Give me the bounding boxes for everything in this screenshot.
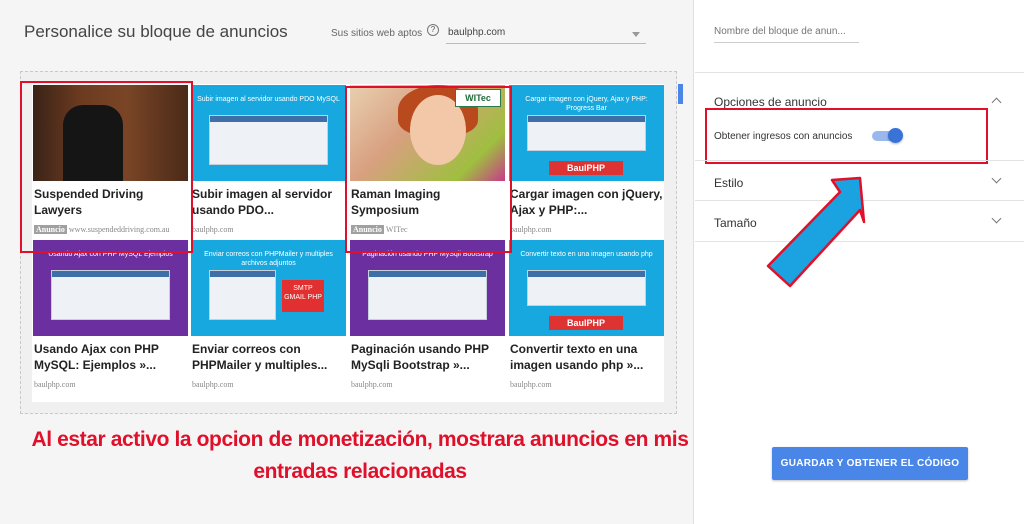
screenshot-graphic	[51, 270, 170, 320]
ad-card[interactable]: Cargar imagen con jQuery, Ajax y PHP: Pr…	[509, 85, 664, 241]
annotation-arrow-icon	[766, 176, 866, 288]
ad-thumbnail: Paginación usando PHP MySqli Bootstrap	[350, 240, 505, 336]
thumb-badge: SMTP GMAIL PHP	[282, 280, 324, 312]
ad-title: Usando Ajax con PHP MySQL: Ejemplos »...	[34, 342, 159, 372]
ad-thumbnail: Cargar imagen con jQuery, Ajax y PHP: Pr…	[509, 85, 664, 181]
help-icon[interactable]: ?	[427, 24, 439, 36]
ad-thumbnail: Usando Ajax con PHP MySQL Ejemplos	[33, 240, 188, 336]
ad-thumbnail: Convertir texto en una imagen usando php…	[509, 240, 664, 336]
ad-source: baulphp.com	[192, 380, 234, 389]
ad-title: Convertir texto en una imagen usando php…	[510, 342, 644, 372]
annotation-line-1: Al estar activo la opcion de monetizació…	[31, 428, 689, 451]
highlight-box-ad-1	[20, 81, 193, 253]
ad-card[interactable]: Usando Ajax con PHP MySQL Ejemplos Usand…	[33, 240, 188, 396]
annotation-caption: Al estar activo la opcion de monetizació…	[30, 424, 690, 488]
section-size-header[interactable]: Tamaño	[714, 216, 757, 230]
ad-source: baulphp.com	[351, 380, 393, 389]
thumb-caption: Convertir texto en una imagen usando php	[520, 251, 653, 258]
ad-card[interactable]: Convertir texto en una imagen usando php…	[509, 240, 664, 396]
screenshot-graphic	[527, 270, 646, 306]
divider	[695, 72, 1024, 73]
screenshot-graphic	[209, 270, 276, 320]
ad-source: baulphp.com	[510, 380, 552, 389]
screenshot-graphic	[527, 115, 646, 151]
ad-thumbnail: Enviar correos con PHPMailer y multiples…	[191, 240, 346, 336]
site-select[interactable]: baulphp.com	[446, 24, 646, 44]
section-style-header[interactable]: Estilo	[714, 176, 743, 190]
thumb-caption: Enviar correos con PHPMailer y multiples…	[204, 251, 333, 267]
ad-thumbnail: Subir imagen al servidor usando PDO MySQ…	[191, 85, 346, 181]
ad-title: Cargar imagen con jQuery, Ajax y PHP:...	[510, 187, 663, 217]
section-ad-options-header[interactable]: Opciones de anuncio	[714, 95, 827, 109]
highlight-box-ad-3	[345, 86, 512, 253]
preview-edge-tab	[678, 84, 683, 104]
ad-title: Enviar correos con PHPMailer y multiples…	[192, 342, 328, 372]
ad-source: baulphp.com	[34, 380, 76, 389]
save-and-get-code-button[interactable]: GUARDAR Y OBTENER EL CÓDIGO	[772, 447, 968, 480]
ad-title: Paginación usando PHP MySqli Bootstrap »…	[351, 342, 489, 372]
thumb-caption: Subir imagen al servidor usando PDO MySQ…	[197, 96, 340, 103]
highlight-box-toggle	[705, 108, 988, 164]
page-title: Personalice su bloque de anuncios	[24, 22, 288, 41]
ad-source: baulphp.com	[192, 225, 234, 234]
ad-source: baulphp.com	[510, 225, 552, 234]
thumb-badge: BaulPHP	[549, 316, 623, 330]
annotation-line-2: entradas relacionadas	[253, 460, 467, 483]
ad-card[interactable]: Enviar correos con PHPMailer y multiples…	[191, 240, 346, 396]
ad-card[interactable]: Paginación usando PHP MySqli Bootstrap P…	[350, 240, 505, 396]
screenshot-graphic	[209, 115, 328, 165]
ad-block-name-input[interactable]	[714, 21, 859, 43]
chevron-down-icon	[632, 32, 640, 37]
screenshot-graphic	[368, 270, 487, 320]
ad-card[interactable]: Subir imagen al servidor usando PDO MySQ…	[191, 85, 346, 241]
thumb-caption: Cargar imagen con jQuery, Ajax y PHP: Pr…	[525, 96, 648, 112]
ad-title: Subir imagen al servidor usando PDO...	[192, 187, 333, 217]
site-select-value: baulphp.com	[448, 27, 506, 38]
thumb-badge: BaulPHP	[549, 161, 623, 175]
sites-label: Sus sitios web aptos	[331, 28, 423, 39]
divider	[695, 160, 1024, 161]
